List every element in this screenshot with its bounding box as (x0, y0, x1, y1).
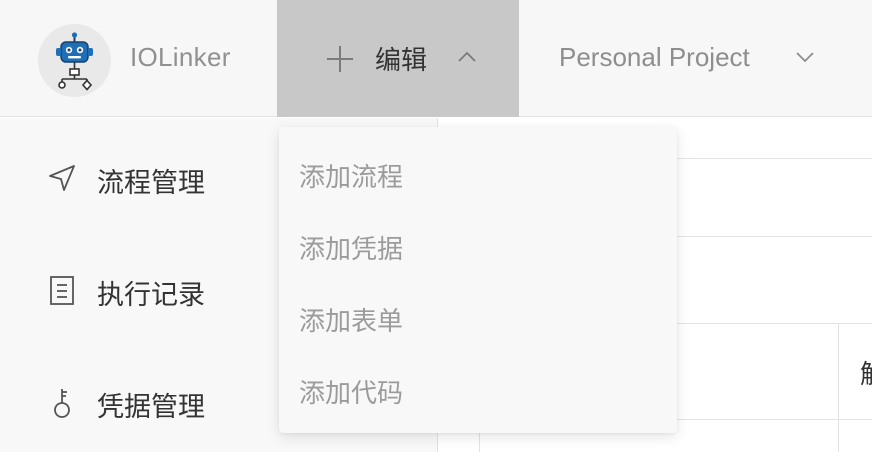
sidebar-item-label: 流程管理 (97, 168, 205, 199)
app-title: IOLinker (130, 42, 231, 72)
chevron-up-icon (458, 51, 476, 62)
project-selector-label: Personal Project (559, 42, 750, 72)
edit-menu-button[interactable]: 编辑 (277, 0, 519, 117)
chevron-down-icon (796, 52, 814, 63)
sidebar-item-label: 执行记录 (97, 280, 205, 311)
sidebar-item-execution-records[interactable]: 执行记录 (0, 260, 300, 320)
edit-menu-label: 编辑 (375, 46, 428, 76)
menu-item-add-workflow[interactable]: 添加流程 (299, 157, 403, 194)
sidebar-item-credentials[interactable]: 凭据管理 (0, 372, 300, 432)
menu-item-add-form[interactable]: 添加表单 (299, 301, 403, 338)
table-column-divider (838, 323, 839, 452)
edit-dropdown-menu: 添加流程 添加凭据 添加表单 添加代码 (279, 127, 677, 433)
document-icon (50, 276, 74, 305)
sidebar-item-label: 凭据管理 (97, 392, 205, 423)
plus-icon (327, 46, 353, 72)
menu-item-add-code[interactable]: 添加代码 (299, 373, 403, 410)
top-header: IOLinker 编辑 Personal Project (0, 0, 872, 117)
key-icon (54, 389, 70, 418)
send-icon (49, 165, 75, 191)
sidebar-item-workflows[interactable]: 流程管理 (0, 148, 300, 208)
menu-item-add-credential[interactable]: 添加凭据 (299, 229, 403, 266)
table-column-header: 触 (860, 354, 872, 391)
project-selector[interactable]: Personal Project (559, 0, 839, 117)
robot-logo-icon[interactable] (38, 24, 111, 97)
